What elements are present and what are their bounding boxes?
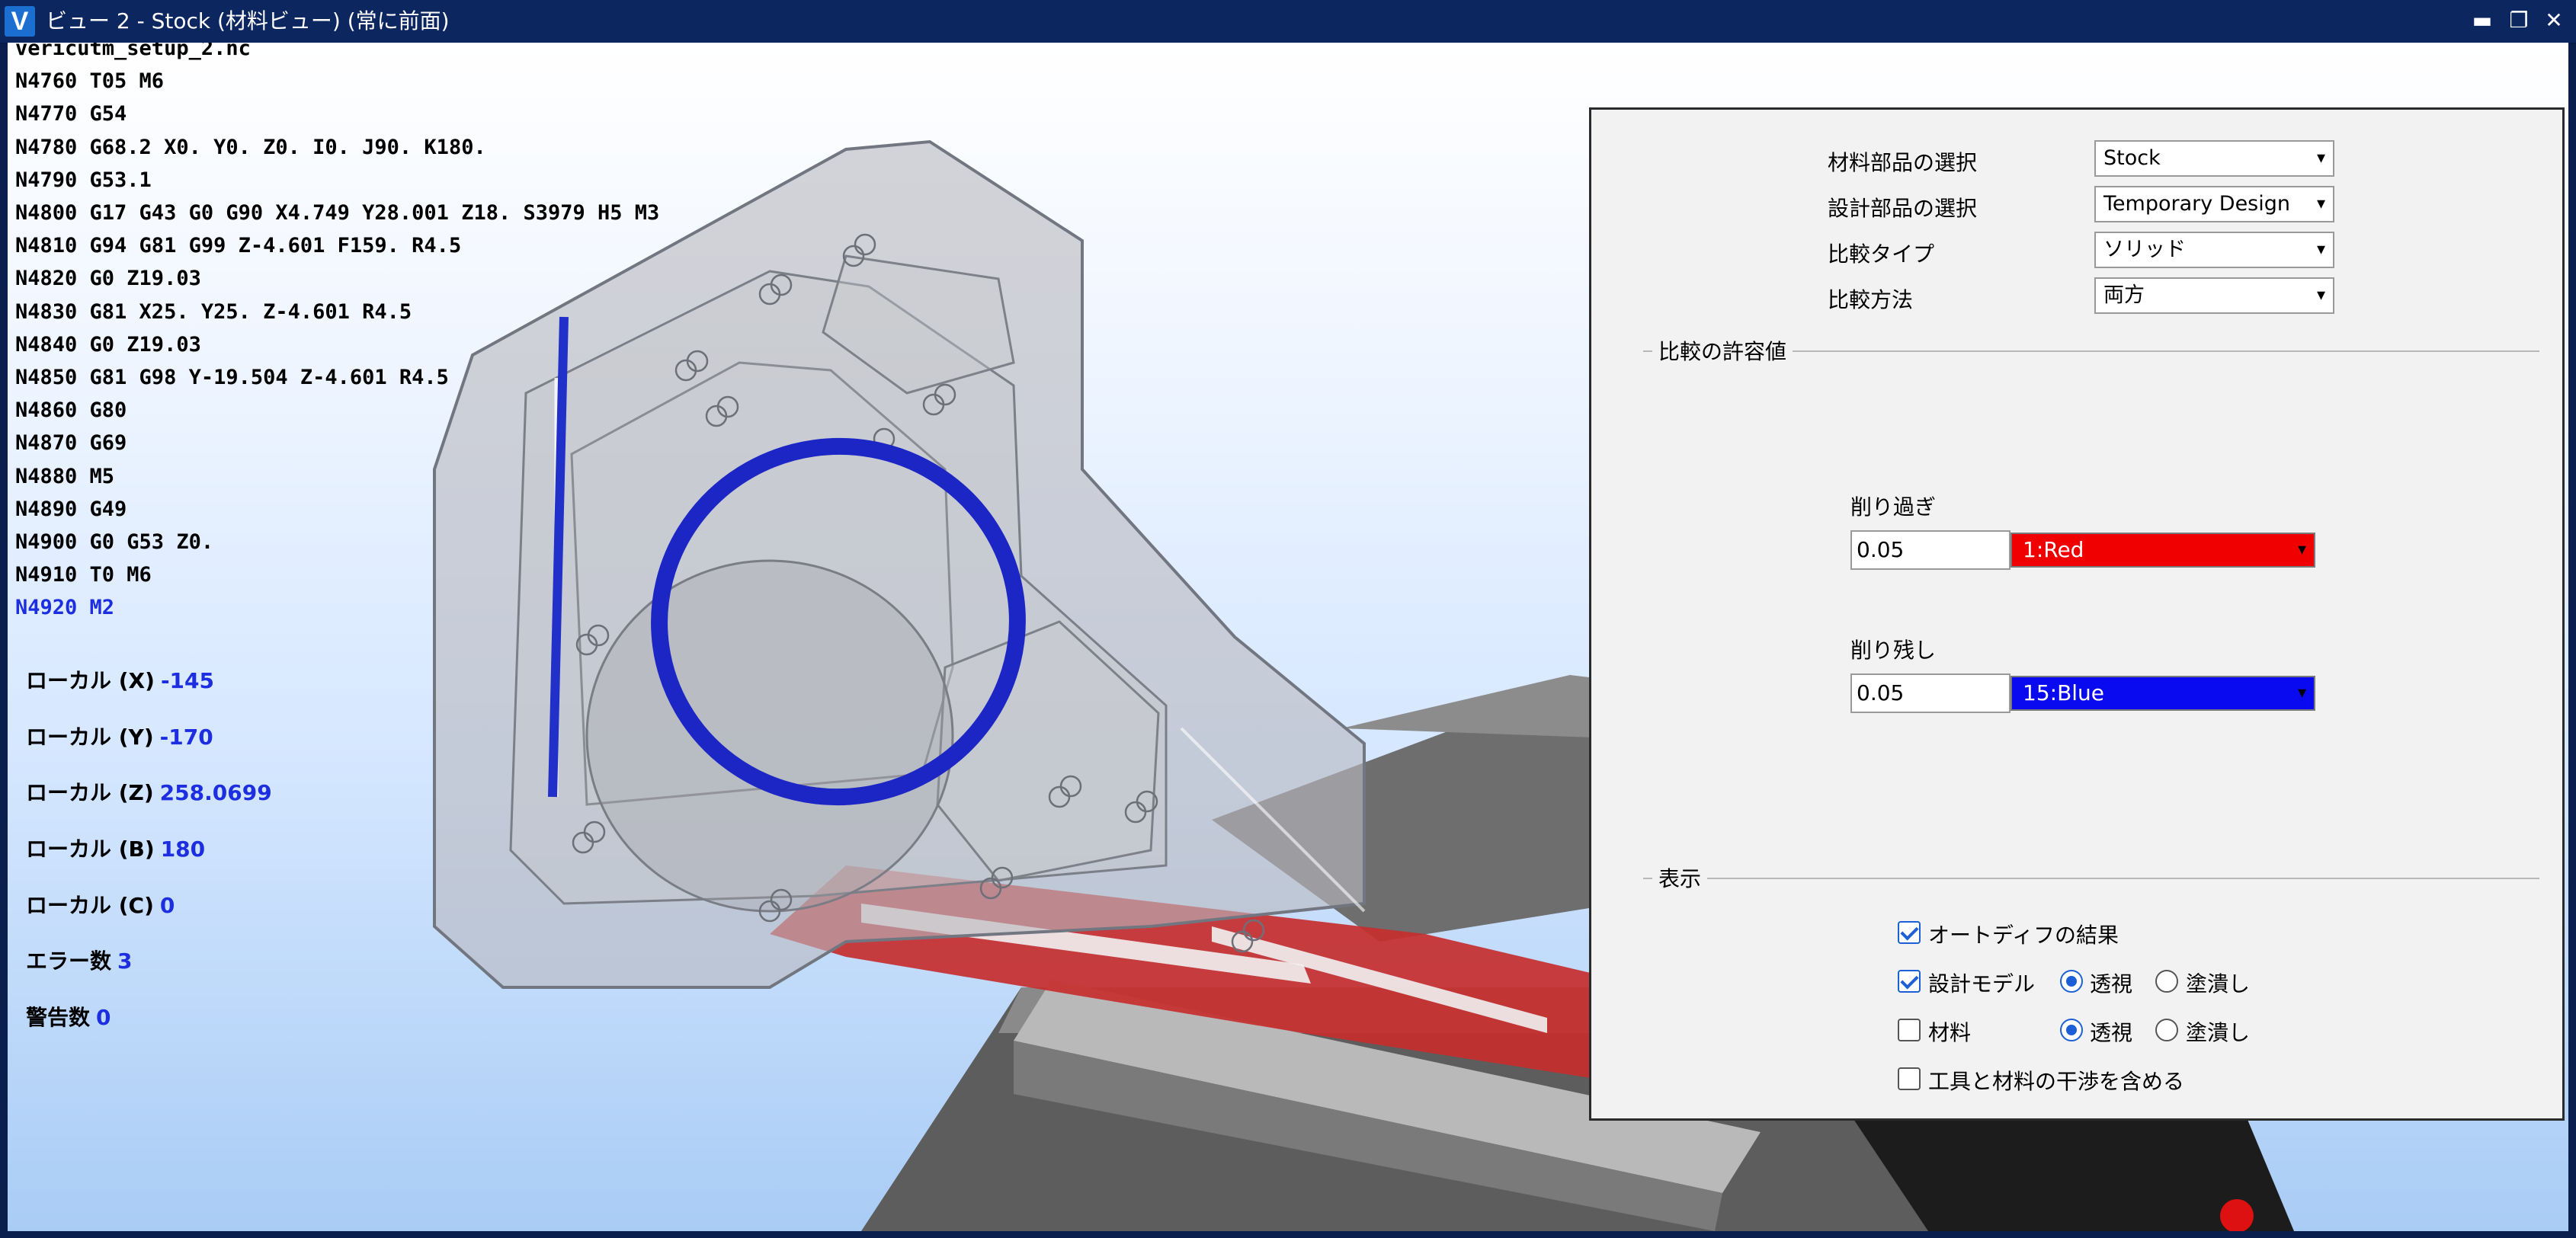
status-value: 3: [117, 948, 133, 974]
stock-shaded-radio[interactable]: [2155, 1019, 2178, 1041]
status-local-b: ローカル (B) 180: [26, 836, 272, 892]
nc-line: N4890 G49: [15, 497, 127, 521]
include-tool-checkbox[interactable]: [1898, 1067, 1921, 1090]
minimize-icon[interactable]: ▬: [2469, 8, 2495, 34]
nc-line: N4830 G81 X25. Y25. Z-4.601 R4.5: [15, 299, 412, 324]
stock-select-value: Stock: [2103, 146, 2161, 170]
status-label: エラー数: [26, 948, 112, 974]
status-label: ローカル (Y): [26, 724, 154, 750]
display-group-title: 表示: [1652, 862, 1708, 893]
nc-line: N4800 G17 G43 G0 G90 X4.749 Y28.001 Z18.…: [15, 201, 660, 226]
stock-transparent-label: 透視: [2090, 1020, 2133, 1045]
status-local-y: ローカル (Y) -170: [26, 724, 272, 780]
close-icon[interactable]: ✕: [2541, 8, 2567, 34]
excess-color-value: 15:Blue: [2023, 680, 2105, 705]
nc-line: N4820 G0 Z19.03: [15, 267, 201, 291]
chevron-down-icon: ▾: [2316, 240, 2325, 259]
status-value: 180: [160, 837, 206, 862]
nc-program-listing: vericutm_setup_2.nc N4760 T05 M6 N4770 G54…: [15, 43, 659, 625]
nc-line: N4870 G69: [15, 431, 127, 456]
status-readout: ローカル (X) -145 ローカル (Y) -170 ローカル (Z) 258.06…: [26, 667, 272, 1060]
design-transparent-radio[interactable]: [2060, 970, 2083, 993]
design-shaded-radio[interactable]: [2155, 970, 2178, 993]
stock-display-label: 材料: [1928, 1020, 1972, 1045]
autodiff-result-label: オートディフの結果: [1928, 923, 2119, 948]
design-model-checkbox[interactable]: [1898, 970, 1921, 993]
chevron-down-icon: ▾: [2316, 194, 2325, 213]
status-warning-count: 警告数 0: [26, 1004, 272, 1060]
design-shaded-label: 塗潰し: [2186, 971, 2251, 996]
excess-color-dropdown[interactable]: 15:Blue ▾: [2010, 676, 2315, 711]
status-value: -170: [159, 724, 213, 750]
stock-transparent-radio[interactable]: [2060, 1019, 2083, 1041]
chevron-down-icon: ▾: [2316, 286, 2325, 305]
gouge-color-dropdown[interactable]: 1:Red ▾: [2010, 533, 2315, 568]
stock-shaded-label: 塗潰し: [2186, 1020, 2251, 1045]
excess-tolerance-input[interactable]: 0.05: [1850, 673, 2010, 713]
status-local-x: ローカル (X) -145: [26, 667, 272, 724]
autodiff-result-checkbox[interactable]: [1898, 921, 1921, 944]
compare-type-value: ソリッド: [2103, 238, 2186, 261]
design-transparent-label: 透視: [2090, 971, 2133, 996]
nc-current-line: N4920 M2: [15, 596, 115, 620]
compare-method-value: 両方: [2103, 283, 2145, 307]
compare-method-dropdown[interactable]: 両方 ▾: [2094, 277, 2334, 314]
nc-line: N4900 G0 G53 Z0.: [15, 530, 214, 555]
compare-type-dropdown[interactable]: ソリッド ▾: [2094, 232, 2334, 268]
nc-line: N4810 G94 G81 G99 Z-4.601 F159. R4.5: [15, 234, 462, 258]
compare-type-label: 比較タイプ: [1828, 242, 1935, 267]
nc-line: N4770 G54: [15, 102, 127, 126]
gouge-color-value: 1:Red: [2023, 537, 2084, 562]
status-error-count: エラー数 3: [26, 948, 272, 1004]
window-title: ビュー 2 - Stock (材料ビュー) (常に前面): [46, 8, 450, 34]
status-label: ローカル (C): [26, 892, 154, 918]
status-value: 0: [96, 1005, 111, 1031]
stock-select-dropdown[interactable]: Stock ▾: [2094, 140, 2334, 177]
vericut-logo-icon: V: [5, 6, 35, 37]
nc-line: N4880 M5: [15, 464, 115, 488]
nc-line: N4850 G81 G98 Y-19.504 Z-4.601 R4.5: [15, 366, 449, 390]
stock-checkbox[interactable]: [1898, 1019, 1921, 1041]
design-select-dropdown[interactable]: Temporary Design ▾: [2094, 186, 2334, 222]
nc-line: N4840 G0 Z19.03: [15, 332, 201, 357]
design-select-value: Temporary Design: [2103, 192, 2291, 216]
status-label: ローカル (B): [26, 837, 155, 862]
status-local-z: ローカル (Z) 258.0699: [26, 779, 272, 836]
chevron-down-icon: ▾: [2297, 683, 2306, 702]
status-value: -145: [160, 668, 215, 693]
title-bar: V ビュー 2 - Stock (材料ビュー) (常に前面) ▬ ❐ ✕: [0, 0, 2576, 44]
gouge-tolerance-input[interactable]: 0.05: [1850, 530, 2010, 570]
nc-line: N4760 T05 M6: [15, 69, 165, 94]
chevron-down-icon: ▾: [2297, 540, 2306, 559]
status-value: 0: [159, 892, 175, 918]
autodiff-settings-panel: 材料部品の選択 Stock ▾ 設計部品の選択 Temporary Design ▾…: [1589, 107, 2565, 1121]
nc-line: N4860 G80: [15, 398, 127, 423]
compare-method-label: 比較方法: [1828, 287, 1914, 312]
status-label: 警告数: [26, 1005, 91, 1031]
include-tool-label: 工具と材料の干渉を含める: [1928, 1069, 2185, 1094]
status-label: ローカル (X): [26, 668, 155, 693]
nc-line: N4780 G68.2 X0. Y0. Z0. I0. J90. K180.: [15, 135, 486, 159]
status-label: ローカル (Z): [26, 780, 154, 806]
excess-label: 削り残し: [1850, 638, 1937, 663]
tolerance-group-title: 比較の許容値: [1652, 335, 1793, 366]
design-model-label: 設計モデル: [1928, 971, 2036, 996]
display-group-divider: [1643, 878, 2539, 879]
gouge-label: 削り過ぎ: [1850, 494, 1937, 520]
status-local-c: ローカル (C) 0: [26, 892, 272, 948]
restore-icon[interactable]: ❐: [2506, 8, 2532, 34]
status-value: 258.0699: [159, 780, 272, 806]
nc-line: N4910 T0 M6: [15, 563, 152, 587]
nc-line: N4790 G53.1: [15, 168, 152, 192]
3d-viewport[interactable]: vericutm_setup_2.nc N4760 T05 M6 N4770 G54…: [8, 43, 2568, 1231]
chevron-down-icon: ▾: [2316, 149, 2325, 168]
design-select-label: 設計部品の選択: [1828, 196, 1978, 221]
stock-select-label: 材料部品の選択: [1828, 150, 1978, 175]
nc-file-name: vericutm_setup_2.nc: [15, 43, 251, 60]
